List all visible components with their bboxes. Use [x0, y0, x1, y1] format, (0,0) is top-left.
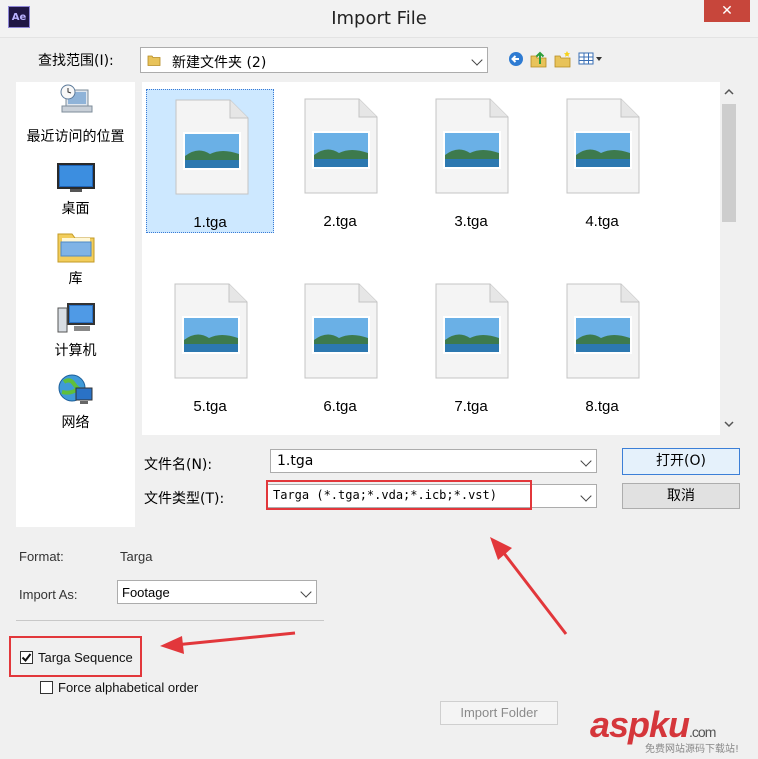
file-name: 2.tga [323, 213, 357, 230]
filename-label: 文件名(N): [144, 457, 213, 473]
close-button[interactable]: ✕ [704, 0, 750, 22]
recent-places-icon [60, 84, 93, 113]
filetype-label: 文件类型(T): [144, 491, 225, 507]
file-name: 6.tga [323, 398, 357, 415]
highlight-box [9, 636, 142, 677]
open-button[interactable]: 打开(O) [622, 448, 740, 475]
file-name: 8.tga [585, 398, 619, 415]
tga-file-icon [174, 283, 248, 379]
vertical-scrollbar[interactable] [720, 82, 738, 435]
view-menu-icon[interactable] [577, 48, 605, 70]
file-item[interactable]: 7.tga [407, 274, 535, 418]
chevron-down-icon [580, 490, 592, 502]
import-as-dropdown[interactable]: Footage [117, 580, 317, 604]
folder-icon [147, 55, 161, 66]
file-item[interactable]: 1.tga [146, 89, 274, 233]
place-label: 库 [68, 271, 83, 287]
up-folder-icon[interactable] [529, 48, 549, 70]
library-icon [57, 233, 95, 263]
tga-file-icon [566, 283, 640, 379]
tga-file-icon [175, 99, 249, 195]
cancel-button[interactable]: 取消 [622, 483, 740, 509]
format-label: Format: [19, 549, 64, 564]
scroll-up-icon[interactable] [724, 88, 734, 96]
place-label: 最近访问的位置 [26, 129, 125, 145]
filename-input[interactable]: 1.tga [270, 449, 597, 473]
title-bar: Ae Import File ✕ [0, 0, 758, 38]
file-name: 1.tga [193, 214, 227, 231]
scroll-down-icon[interactable] [724, 420, 734, 428]
highlight-box [266, 480, 532, 510]
chevron-down-icon [300, 586, 312, 598]
place-recent[interactable]: 最近访问的位置 [16, 84, 135, 146]
lookin-dropdown[interactable]: 新建文件夹 (2) [140, 47, 488, 73]
watermark-suffix: .com [689, 724, 716, 740]
file-name: 5.tga [193, 398, 227, 415]
file-item[interactable]: 4.tga [538, 89, 666, 233]
new-folder-icon[interactable] [553, 48, 573, 70]
alpha-order-checkbox[interactable] [40, 681, 53, 694]
file-list[interactable]: 1.tga 2.tga 3.tga 4.tga 5.tga 6.tga 7.tg… [142, 82, 738, 435]
back-icon[interactable] [506, 48, 526, 70]
tga-file-icon [304, 283, 378, 379]
import-as-value: Footage [122, 585, 170, 600]
scroll-thumb[interactable] [722, 104, 736, 222]
window-title: Import File [331, 8, 427, 29]
file-name: 7.tga [454, 398, 488, 415]
watermark-text: aspku [590, 704, 690, 745]
place-network[interactable]: 网络 [16, 372, 135, 432]
tga-file-icon [304, 98, 378, 194]
place-desktop[interactable]: 桌面 [16, 162, 135, 217]
alpha-order-label[interactable]: Force alphabetical order [58, 680, 198, 695]
tga-file-icon [435, 283, 509, 379]
place-computer[interactable]: 计算机 [16, 302, 135, 362]
lookin-label: 查找范围(I): [38, 53, 114, 69]
watermark-subtitle: 免费网站源码下载站! [645, 744, 740, 755]
tga-file-icon [566, 98, 640, 194]
file-item[interactable]: 2.tga [276, 89, 404, 233]
computer-icon [57, 303, 95, 333]
chevron-down-icon[interactable] [580, 455, 592, 467]
chevron-down-icon [471, 54, 483, 66]
desktop-icon [57, 163, 95, 192]
import-as-label: Import As: [19, 587, 78, 602]
file-name: 3.tga [454, 213, 488, 230]
place-label: 网络 [61, 415, 90, 431]
file-item[interactable]: 8.tga [538, 274, 666, 418]
file-item[interactable]: 6.tga [276, 274, 404, 418]
divider [16, 620, 324, 621]
file-name: 4.tga [585, 213, 619, 230]
place-library[interactable]: 库 [16, 228, 135, 288]
place-label: 桌面 [61, 201, 90, 217]
format-value: Targa [120, 549, 153, 564]
place-label: 计算机 [54, 343, 97, 359]
tga-file-icon [435, 98, 509, 194]
network-icon [58, 374, 93, 404]
lookin-value: 新建文件夹 (2) [172, 55, 267, 71]
import-folder-button[interactable]: Import Folder [440, 701, 558, 725]
file-item[interactable]: 5.tga [146, 274, 274, 418]
filename-value: 1.tga [277, 453, 314, 469]
file-item[interactable]: 3.tga [407, 89, 535, 233]
places-bar: 最近访问的位置 桌面 库 计算机 网络 [16, 82, 135, 527]
